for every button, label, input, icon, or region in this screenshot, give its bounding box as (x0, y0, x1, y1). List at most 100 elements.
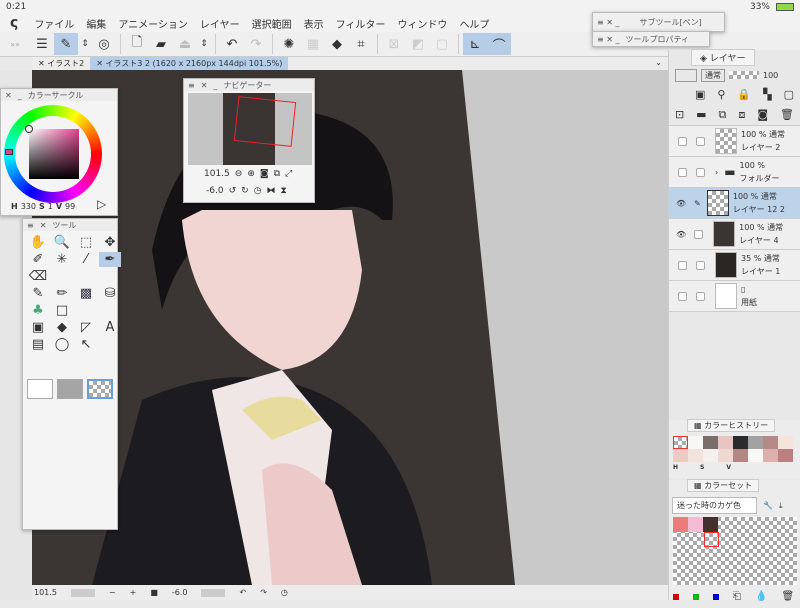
zoom-tool-icon[interactable]: 🔍 (51, 235, 73, 250)
layer-row[interactable]: 100 % 通常 レイヤー 2 (669, 126, 800, 157)
tab-illust2[interactable]: ✕ イラスト2 (32, 57, 90, 70)
undo-icon[interactable]: ↶ (220, 33, 244, 55)
menu-file[interactable]: ファイル (34, 16, 74, 31)
hue-handle[interactable] (5, 149, 13, 155)
pen-tool-icon[interactable]: ✎ (54, 33, 78, 55)
delete-icon[interactable]: 🗑 (780, 108, 794, 121)
color-swatch[interactable] (778, 436, 793, 449)
opacity-slider[interactable] (729, 71, 759, 79)
invert-icon[interactable]: ◩ (406, 33, 430, 55)
add-color-icon[interactable]: ⎗ (733, 591, 741, 602)
copy-layer-icon[interactable]: ⧉ (719, 108, 727, 122)
rotate-right-icon[interactable]: ↻ (241, 186, 249, 196)
selected-slot[interactable] (704, 532, 719, 547)
color-swatch[interactable] (733, 449, 748, 462)
clear-icon[interactable]: ⊠ (382, 33, 406, 55)
actual-size-icon[interactable]: ⧉ (274, 169, 280, 179)
copy-icon[interactable]: ▦ (301, 33, 325, 55)
airbrush-icon[interactable]: ▩ (75, 286, 97, 301)
lock-alpha-icon[interactable]: ▚ (763, 88, 771, 101)
color-set-swatch[interactable] (688, 517, 703, 532)
blend-mode-select[interactable]: 通常 (701, 68, 725, 82)
rotate-left-icon[interactable]: ↶ (239, 588, 246, 597)
color-set-grid[interactable] (673, 517, 797, 585)
fit-icon[interactable]: ◙ (260, 169, 269, 179)
move-tool-icon[interactable]: ✥ (99, 235, 121, 250)
zoom-out-icon[interactable]: ⊖ (235, 169, 243, 179)
wrench-icon[interactable]: 🔧 (763, 501, 773, 510)
color-swatch[interactable] (748, 436, 763, 449)
color-picker-handle[interactable] (25, 125, 33, 133)
menu-filter[interactable]: フィルター (336, 16, 386, 31)
eye-icon[interactable]: 👁 (676, 199, 686, 208)
layer-row[interactable]: 👁 100 % 通常 レイヤー 4 (669, 219, 800, 250)
blend-icon[interactable]: ⛁ (99, 286, 121, 301)
menu-help[interactable]: ヘルプ (459, 16, 489, 31)
color-swatch[interactable] (673, 436, 688, 449)
close-icon[interactable]: ✕ (40, 221, 47, 230)
minimize-icon[interactable]: _ (18, 91, 22, 100)
frame-icon[interactable]: ▢ (430, 33, 454, 55)
reference-icon[interactable]: ⚲ (717, 88, 725, 101)
tabs-dropdown-icon[interactable]: ⌄ (649, 57, 668, 70)
color-swatch[interactable] (703, 436, 718, 449)
layer-row[interactable]: 👁 ✎ 100 % 通常 レイヤー 12 2 (669, 188, 800, 219)
angle-slider[interactable] (201, 588, 226, 597)
flip-vertical-icon[interactable]: ⧗ (281, 186, 287, 196)
lock-icon[interactable]: 🔒 (737, 88, 751, 101)
menu-window[interactable]: ウィンドウ (397, 16, 447, 31)
color-swatch[interactable] (778, 449, 793, 462)
zoom-field[interactable]: 101.5 (34, 588, 57, 597)
balloon-icon[interactable]: ◯ (51, 337, 73, 352)
selection-pen-icon[interactable]: ✐ (27, 252, 49, 267)
navigator-preview[interactable] (188, 93, 312, 165)
color-set-swatch[interactable] (673, 517, 688, 532)
blend-color-select[interactable] (675, 68, 697, 82)
color-swatch[interactable] (703, 449, 718, 462)
color-swatch[interactable] (733, 436, 748, 449)
delete-color-icon[interactable]: 🗑 (781, 591, 794, 602)
open-folder-icon[interactable]: ▰ (149, 33, 173, 55)
menu-selection[interactable]: 選択範囲 (252, 16, 292, 31)
layer-row[interactable]: 35 % 通常 レイヤー 1 (669, 250, 800, 281)
correct-line-icon[interactable]: ↖ (75, 337, 97, 352)
decoration-icon[interactable]: ♣ (27, 303, 49, 318)
gradient-icon[interactable]: ▣ (27, 320, 49, 335)
expand-icon[interactable]: »» (0, 33, 30, 55)
sub-color-swatch[interactable] (57, 379, 83, 399)
tab-layer[interactable]: ◈ レイヤー (691, 49, 755, 66)
menu-view[interactable]: 表示 (304, 16, 324, 31)
loading-icon[interactable]: ✺ (277, 33, 301, 55)
color-swatch[interactable] (763, 436, 778, 449)
color-swatch[interactable] (688, 436, 703, 449)
zoom-in-icon[interactable]: ⊕ (247, 169, 255, 179)
rotate-right-icon[interactable]: ↷ (260, 588, 267, 597)
minimize-icon[interactable]: _ (213, 81, 217, 90)
ruler-icon[interactable]: ⊾ (463, 33, 487, 55)
main-color-swatch[interactable] (27, 379, 53, 399)
tab-illust3[interactable]: ✕ イラスト3 2 (1620 x 2160px 144dpi 101.5%) (90, 57, 289, 70)
fill-icon[interactable]: ◆ (51, 320, 73, 335)
pen-icon[interactable]: ✒ (99, 252, 121, 267)
rotate-left-icon[interactable]: ↺ (229, 186, 237, 196)
new-folder-icon[interactable]: ▬ (696, 108, 706, 121)
color-swatch[interactable] (718, 449, 733, 462)
hand-tool-icon[interactable]: ✋ (27, 235, 49, 250)
eyedrop-add-icon[interactable]: 💧 (755, 591, 767, 602)
object-tool-icon[interactable]: ⬚ (75, 235, 97, 250)
new-file-icon[interactable]: 🗋 (125, 33, 149, 55)
app-logo-icon[interactable]: ς (10, 15, 18, 31)
subtool-panel[interactable]: ≡ ✕ _ サブツール[ペン] (592, 12, 725, 32)
zoom-out-button[interactable]: − (109, 588, 116, 597)
reset-rotation-icon[interactable]: ◷ (254, 186, 262, 196)
redo-icon[interactable]: ↷ (244, 33, 268, 55)
view-frame[interactable] (233, 96, 297, 147)
save-icon[interactable]: ⏏ (173, 33, 197, 55)
color-swatch[interactable] (763, 449, 778, 462)
eraser-icon[interactable]: ⌫ (27, 269, 49, 284)
transform-icon[interactable]: ⌗ (349, 33, 373, 55)
pencil-icon[interactable]: ✏ (51, 286, 73, 301)
color-swatch[interactable] (718, 436, 733, 449)
color-swatch[interactable] (688, 449, 703, 462)
eye-icon[interactable]: 👁 (676, 230, 686, 239)
